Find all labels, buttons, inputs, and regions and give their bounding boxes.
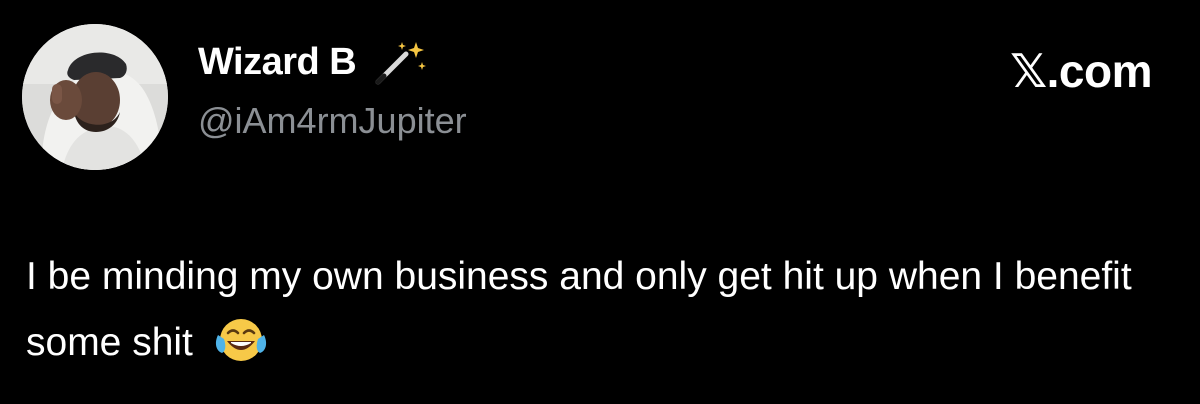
avatar[interactable]	[22, 24, 168, 170]
tweet-text: I be minding my own business and only ge…	[26, 244, 1166, 376]
display-name[interactable]: Wizard B	[198, 38, 430, 86]
tweet-card: Wizard B @iAm4rmJupiter 𝕏.com I be mindi…	[0, 0, 1200, 404]
magic-wand-icon	[375, 42, 427, 85]
tweet-body: I be minding my own business and only ge…	[26, 255, 1132, 364]
face-with-tears-of-joy-icon	[215, 319, 266, 361]
display-name-text: Wizard B	[198, 41, 357, 83]
user-handle[interactable]: @iAm4rmJupiter	[198, 98, 467, 144]
avatar-photo	[22, 24, 168, 170]
x-com-watermark: 𝕏.com	[1010, 45, 1152, 97]
